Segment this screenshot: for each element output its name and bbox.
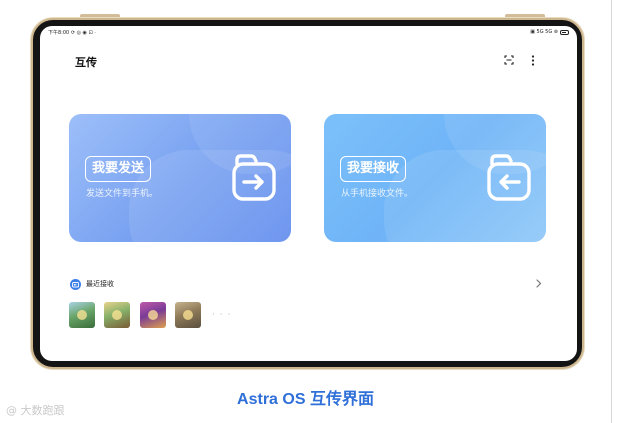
battery-icon [560, 29, 569, 35]
scan-icon[interactable] [504, 55, 514, 65]
status-time: 下午8:00 [48, 30, 70, 36]
send-card-subtitle: 发送文件到手机。 [86, 189, 159, 199]
status-signal-icons: ▣ 5G 5G ⊚ [530, 29, 558, 35]
more-thumbnails-indicator[interactable]: · · · [212, 310, 231, 320]
recent-thumbnail[interactable] [140, 302, 166, 328]
status-bar: 下午8:00 ⟳ ◎ ◉ ⊡ · ▣ 5G 5G ⊚ [48, 29, 569, 39]
status-right: ▣ 5G 5G ⊚ [530, 29, 569, 35]
send-card[interactable]: 我要发送 发送文件到手机。 [69, 114, 291, 242]
thumbnail-detail [77, 310, 87, 320]
receive-card-title: 我要接收 [340, 156, 407, 182]
status-left-icons: ⟳ ◎ ◉ ⊡ · [70, 30, 96, 36]
receive-card[interactable]: 我要接收 从手机接收文件。 [324, 114, 546, 242]
send-card-title: 我要发送 [85, 156, 152, 182]
recent-thumbnail[interactable] [175, 302, 201, 328]
figure-caption: Astra OS 互传界面 [237, 391, 374, 408]
page-divider [611, 0, 612, 423]
recent-received-label: 最近接收 [86, 280, 114, 288]
watermark: @ 大数跑跟 [6, 404, 65, 417]
recent-received-icon [70, 279, 81, 290]
folder-arrow-left-icon [487, 154, 531, 201]
thumbnail-detail [148, 310, 158, 320]
receive-card-subtitle: 从手机接收文件。 [341, 189, 414, 199]
recent-thumbnail[interactable] [104, 302, 130, 328]
more-vertical-icon[interactable] [530, 55, 536, 66]
thumbnail-detail [183, 310, 193, 320]
status-left: 下午8:00 ⟳ ◎ ◉ ⊡ · [48, 29, 96, 36]
tablet-screen: 下午8:00 ⟳ ◎ ◉ ⊡ · ▣ 5G 5G ⊚ 互传 我要发送 发送文件到… [40, 26, 577, 361]
recent-thumbnail[interactable] [69, 302, 95, 328]
page-title: 互传 [75, 56, 97, 69]
chevron-right-icon[interactable] [535, 278, 542, 289]
thumbnail-detail [112, 310, 122, 320]
folder-arrow-right-icon [232, 154, 276, 201]
